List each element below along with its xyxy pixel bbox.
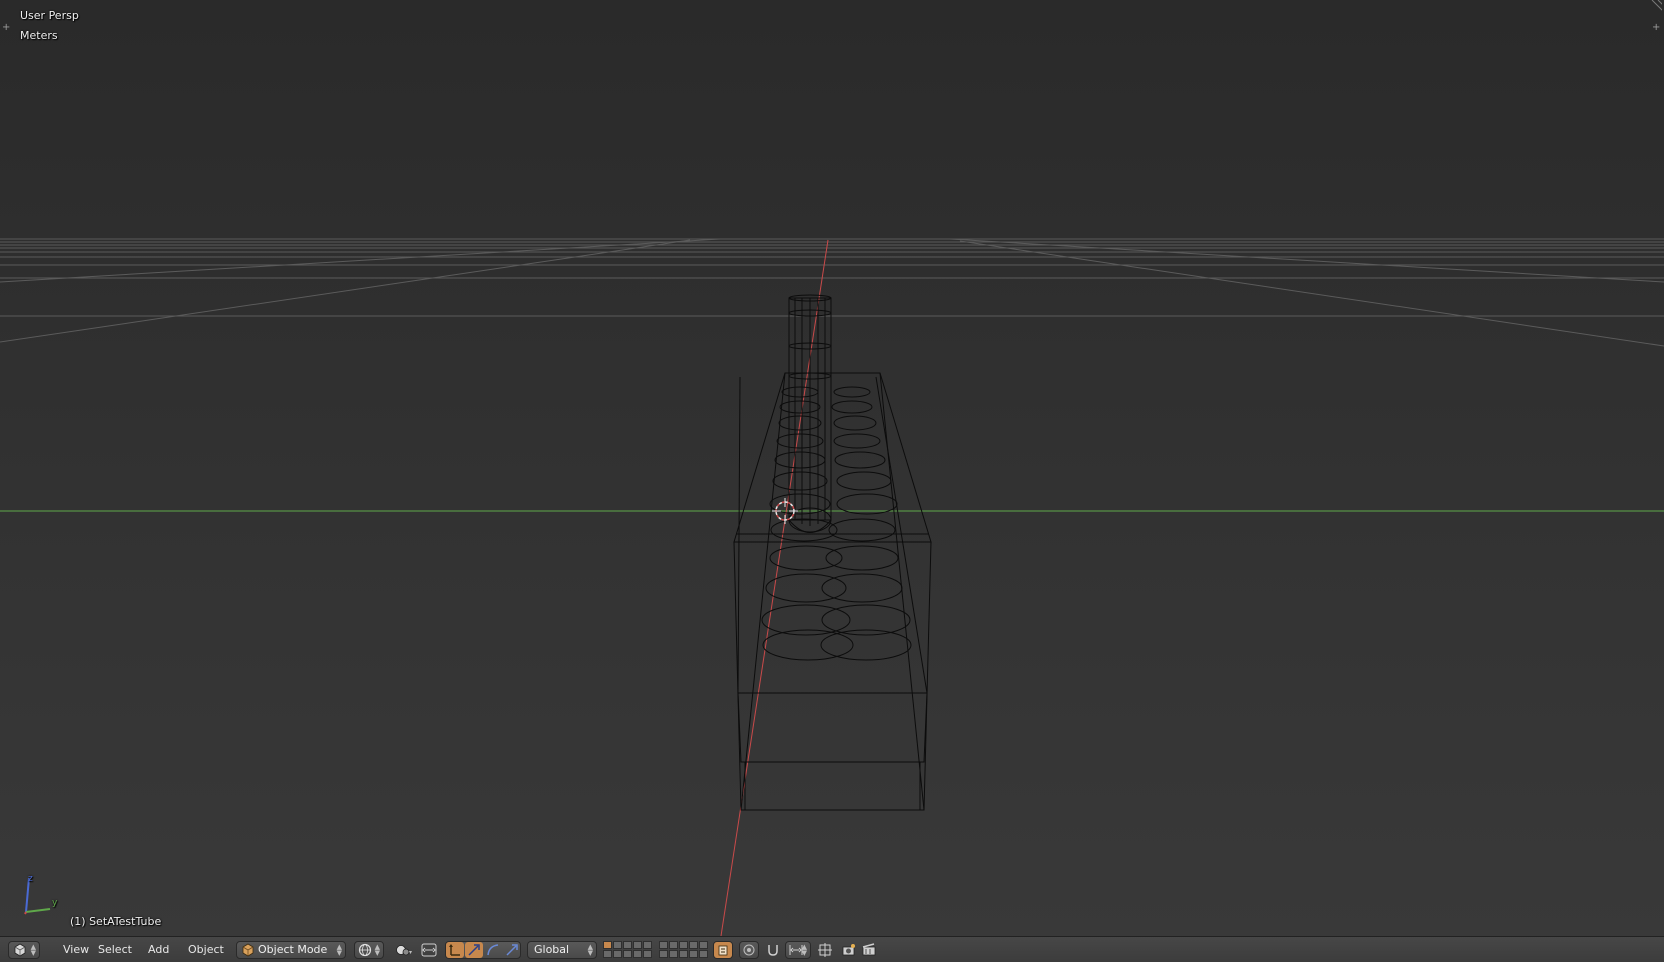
layer-button-active[interactable] (603, 941, 612, 949)
layer-button[interactable] (669, 950, 678, 958)
editor-type-selector[interactable]: ▲ ▼ (8, 941, 40, 959)
transform-orientation-selector[interactable]: Global ▲ ▼ (527, 941, 597, 959)
arrow-icon (506, 944, 518, 956)
menu-add[interactable]: Add (145, 942, 172, 958)
arc-manipulator-button[interactable] (484, 942, 502, 958)
sphere-shading-icon (358, 943, 372, 957)
manipulator-toggle-icon (421, 943, 437, 957)
orientation-label: Global (534, 943, 570, 956)
transform-manipulators-group (445, 941, 521, 959)
layer-button[interactable] (659, 950, 668, 958)
cube-icon (242, 943, 254, 957)
menu-select[interactable]: Select (95, 942, 135, 958)
snap-toggle-button[interactable] (763, 941, 783, 959)
rack-wireframe (733, 294, 932, 811)
layer-button[interactable] (699, 941, 708, 949)
layer-button[interactable] (603, 950, 612, 958)
pivot-icon: ▾ (396, 945, 412, 956)
3d-view-icon (14, 943, 26, 957)
opengl-render-icon (842, 944, 855, 956)
3d-view-header: ▲ ▼ View Select Add Object Object Mode ▲ ▼… (0, 936, 1664, 962)
snap-target-button[interactable] (815, 941, 835, 959)
snap-element-selector[interactable]: ▲ ▼ (785, 941, 811, 959)
layer-button[interactable] (613, 941, 622, 949)
opengl-render-button[interactable] (839, 941, 859, 959)
svg-text:+: + (2, 22, 10, 33)
viewport-scene[interactable] (0, 0, 1664, 936)
layer-button[interactable] (623, 941, 632, 949)
layer-button[interactable] (669, 941, 678, 949)
3d-viewport[interactable]: User Persp Meters (1) SetATestTube z y +… (0, 0, 1664, 936)
units-label: Meters (20, 29, 58, 42)
menu-object[interactable]: Object (185, 942, 227, 958)
arrow-manipulator-button[interactable] (503, 942, 521, 958)
layer-button[interactable] (679, 950, 688, 958)
layer-button[interactable] (643, 941, 652, 949)
layer-button[interactable] (633, 950, 642, 958)
translate-icon (449, 944, 460, 956)
area-corner-icon[interactable] (1648, 0, 1662, 14)
opengl-animation-icon (862, 943, 876, 956)
layers-grid-b[interactable] (659, 941, 708, 959)
snap-icon (768, 945, 778, 956)
layer-button[interactable] (689, 941, 698, 949)
scale-icon (487, 944, 499, 956)
lock-layers-button[interactable] (713, 941, 733, 959)
floor-grid (0, 238, 1664, 347)
menu-view[interactable]: View (60, 942, 92, 958)
chevron-updown-icon: ▲ ▼ (336, 943, 342, 957)
layer-button[interactable] (643, 950, 652, 958)
area-split-widget-left[interactable]: + (0, 20, 14, 34)
proportional-edit-icon (743, 944, 755, 956)
chevron-updown-icon: ▲ ▼ (587, 943, 593, 957)
layers-grid-a[interactable] (603, 941, 652, 959)
layer-button[interactable] (659, 941, 668, 949)
svg-text:▾: ▾ (409, 949, 412, 956)
gizmo-z-label: z (28, 874, 33, 884)
manipulator-toggle-button[interactable] (419, 941, 439, 959)
x-axis-line (720, 239, 829, 936)
rotate-manipulator-button[interactable] (465, 942, 483, 958)
opengl-animation-button[interactable] (859, 941, 879, 959)
proportional-edit-selector[interactable] (739, 941, 759, 959)
object-info-label: (1) SetATestTube (70, 915, 162, 928)
view-name-label: User Persp (20, 9, 79, 22)
area-split-widget-right[interactable]: + (1650, 20, 1664, 34)
layer-button[interactable] (613, 950, 622, 958)
chevron-updown-icon: ▲ ▼ (374, 943, 380, 957)
layer-button[interactable] (699, 950, 708, 958)
rotate-icon (468, 944, 480, 956)
gizmo-y-label: y (52, 898, 58, 908)
svg-text:+: + (1652, 22, 1660, 33)
mode-label: Object Mode (258, 943, 328, 956)
translate-manipulator-button[interactable] (446, 942, 464, 958)
chevron-updown-icon: ▲ ▼ (30, 943, 36, 957)
chevron-updown-icon: ▲ ▼ (801, 943, 807, 957)
layer-button[interactable] (689, 950, 698, 958)
lock-layers-toggle[interactable] (714, 942, 732, 958)
snap-target-icon (818, 943, 832, 957)
lock-layers-icon (718, 945, 728, 956)
pivot-point-selector[interactable]: ▾ (391, 941, 417, 959)
mode-selector[interactable]: Object Mode ▲ ▼ (236, 941, 346, 959)
layer-button[interactable] (633, 941, 642, 949)
viewport-shading-selector[interactable]: ▲ ▼ (354, 941, 384, 959)
layer-button[interactable] (623, 950, 632, 958)
layer-button[interactable] (679, 941, 688, 949)
